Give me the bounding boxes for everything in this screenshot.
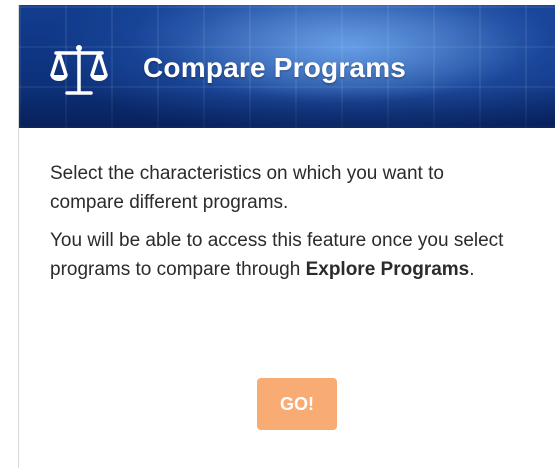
go-button[interactable]: GO! (257, 378, 337, 430)
paragraph-2-suffix: . (469, 259, 475, 280)
description: Select the characteristics on which you … (19, 128, 555, 284)
page-title: Compare Programs (143, 52, 407, 83)
header-banner: Compare Programs (19, 5, 555, 128)
compare-programs-card: Compare Programs Select the characterist… (18, 5, 555, 468)
balance-scale-icon (50, 45, 108, 95)
description-paragraph-2: You will be able to access this feature … (50, 226, 515, 284)
explore-programs-text: Explore Programs (305, 259, 470, 280)
description-paragraph-1: Select the characteristics on which you … (50, 163, 444, 213)
